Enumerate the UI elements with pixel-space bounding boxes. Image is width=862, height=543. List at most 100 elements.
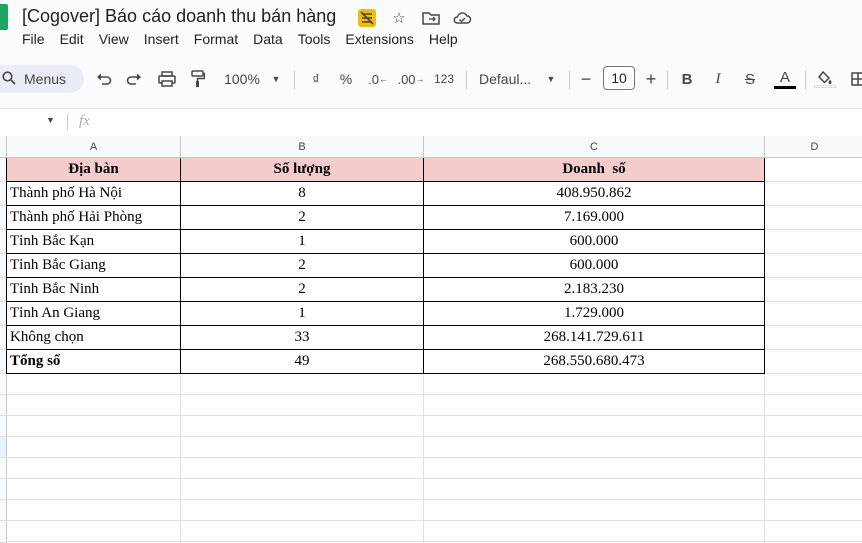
toolbar-divider xyxy=(466,71,467,89)
zoom-select[interactable]: 100% xyxy=(222,67,262,91)
gridline xyxy=(180,374,181,543)
percent-format-button[interactable]: % xyxy=(336,67,356,91)
font-chevron-down-icon[interactable]: ▼ xyxy=(544,67,558,91)
toolbar-divider xyxy=(667,71,668,89)
zoom-chevron-down-icon[interactable]: ▼ xyxy=(269,67,283,91)
bold-button[interactable]: B xyxy=(678,67,696,91)
sheets-logo-icon[interactable] xyxy=(0,4,8,30)
font-size-input[interactable]: 10 xyxy=(603,66,635,90)
row-header[interactable] xyxy=(0,500,7,521)
arrow-right-icon: → xyxy=(415,74,425,84)
menu-file[interactable]: File xyxy=(22,31,45,47)
undo-icon[interactable] xyxy=(94,67,114,91)
table-header-cell[interactable]: Địa bàn xyxy=(7,158,181,182)
menu-data[interactable]: Data xyxy=(253,31,283,47)
gridline xyxy=(423,374,424,543)
table-cell[interactable]: 7.169.000 xyxy=(424,206,765,230)
table-cell[interactable]: 33 xyxy=(181,326,424,350)
empty-rows[interactable] xyxy=(7,374,862,543)
table-cell[interactable]: Thành phố Hải Phòng xyxy=(7,206,181,230)
toolbar: Menus 100% ▼ ₫ % .0 ← .00 → 123 Defaul... … xyxy=(0,62,862,96)
total-quantity-cell[interactable]: 49 xyxy=(181,350,424,374)
table-cell[interactable]: 2 xyxy=(181,254,424,278)
table-cell[interactable]: 2.183.230 xyxy=(424,278,765,302)
table-cell[interactable]: Không chọn xyxy=(7,326,181,350)
menu-extensions[interactable]: Extensions xyxy=(345,31,413,47)
column-d-cells[interactable] xyxy=(765,158,862,374)
row-header[interactable] xyxy=(0,437,7,458)
document-title[interactable]: [Cogover] Báo cáo doanh thu bán hàng xyxy=(22,6,336,27)
table-cell[interactable]: Tỉnh Bắc Ninh xyxy=(7,278,181,302)
column-header-d[interactable]: D xyxy=(765,136,862,158)
menus-search[interactable]: Menus xyxy=(0,65,84,93)
formula-divider xyxy=(67,114,68,130)
table-cell[interactable]: 268.141.729.611 xyxy=(424,326,765,350)
increase-decimal-button[interactable]: .00 → xyxy=(397,67,425,91)
fill-color-icon[interactable] xyxy=(814,67,836,91)
table-cell[interactable]: Tỉnh An Giang xyxy=(7,302,181,326)
table-cell[interactable]: 1 xyxy=(181,230,424,254)
move-folder-icon[interactable] xyxy=(421,8,441,28)
total-label-cell[interactable]: Tổng số xyxy=(7,350,181,374)
table-cell[interactable]: Thành phố Hà Nội xyxy=(7,182,181,206)
spreadsheet-grid: A B C D Địa bàn Số lượng Doanh số Thành … xyxy=(0,136,862,543)
decrease-decimal-button[interactable]: .0 ← xyxy=(366,67,390,91)
row-header[interactable] xyxy=(0,395,7,416)
menu-format[interactable]: Format xyxy=(194,31,238,47)
name-box[interactable]: ▼ xyxy=(0,109,62,135)
text-color-swatch xyxy=(774,85,796,89)
gridline xyxy=(764,374,765,543)
decrease-decimal-label: .0 xyxy=(368,71,379,87)
menu-tools[interactable]: Tools xyxy=(298,31,331,47)
strikethrough-button[interactable]: S xyxy=(741,67,759,91)
redo-icon[interactable] xyxy=(124,67,144,91)
table-cell[interactable]: 408.950.862 xyxy=(424,182,765,206)
select-all-corner[interactable] xyxy=(0,136,7,158)
star-icon[interactable]: ☆ xyxy=(389,8,409,28)
row-header[interactable] xyxy=(0,458,7,479)
row-header[interactable] xyxy=(0,521,7,543)
name-box-chevron-down-icon[interactable]: ▼ xyxy=(46,115,55,125)
column-header-c[interactable]: C xyxy=(424,136,765,158)
table-cell[interactable]: 600.000 xyxy=(424,254,765,278)
column-header-b[interactable]: B xyxy=(181,136,424,158)
table-cell[interactable]: 2 xyxy=(181,278,424,302)
row-header[interactable] xyxy=(0,479,7,500)
more-formats-button[interactable]: 123 xyxy=(432,67,456,91)
menu-insert[interactable]: Insert xyxy=(144,31,179,47)
menus-label: Menus xyxy=(24,71,67,87)
currency-format-button[interactable]: ₫ xyxy=(306,67,326,91)
text-color-button[interactable]: A xyxy=(773,67,797,91)
formula-input[interactable] xyxy=(100,111,860,133)
menu-help[interactable]: Help xyxy=(429,31,458,47)
increase-font-size-icon[interactable]: + xyxy=(643,67,659,91)
fill-color-swatch xyxy=(814,84,836,88)
toolbar-divider xyxy=(294,71,295,89)
arrow-left-icon: ← xyxy=(378,74,388,84)
table-cell[interactable]: 600.000 xyxy=(424,230,765,254)
paint-format-icon[interactable] xyxy=(188,67,208,91)
hide-sheet-icon[interactable] xyxy=(357,8,377,28)
decrease-font-size-icon[interactable]: − xyxy=(578,67,594,91)
borders-icon[interactable] xyxy=(848,67,862,91)
table-cell[interactable]: Tỉnh Bắc Kạn xyxy=(7,230,181,254)
row-header[interactable] xyxy=(0,374,7,395)
menu-edit[interactable]: Edit xyxy=(60,31,84,47)
total-revenue-cell[interactable]: 268.550.680.473 xyxy=(424,350,765,374)
table-cell[interactable]: Tỉnh Bắc Giang xyxy=(7,254,181,278)
row-header[interactable] xyxy=(0,416,7,437)
italic-button[interactable]: I xyxy=(709,67,727,91)
column-header-a[interactable]: A xyxy=(7,136,181,158)
text-color-label: A xyxy=(779,68,790,86)
menu-view[interactable]: View xyxy=(99,31,129,47)
cloud-status-icon[interactable] xyxy=(452,8,472,28)
table-cell[interactable]: 1.729.000 xyxy=(424,302,765,326)
toolbar-divider xyxy=(805,71,806,89)
table-cell[interactable]: 8 xyxy=(181,182,424,206)
table-header-cell[interactable]: Doanh số xyxy=(424,158,765,182)
table-header-cell[interactable]: Số lượng xyxy=(181,158,424,182)
table-cell[interactable]: 1 xyxy=(181,302,424,326)
print-icon[interactable] xyxy=(157,67,177,91)
font-select[interactable]: Defaul... xyxy=(479,67,537,91)
table-cell[interactable]: 2 xyxy=(181,206,424,230)
